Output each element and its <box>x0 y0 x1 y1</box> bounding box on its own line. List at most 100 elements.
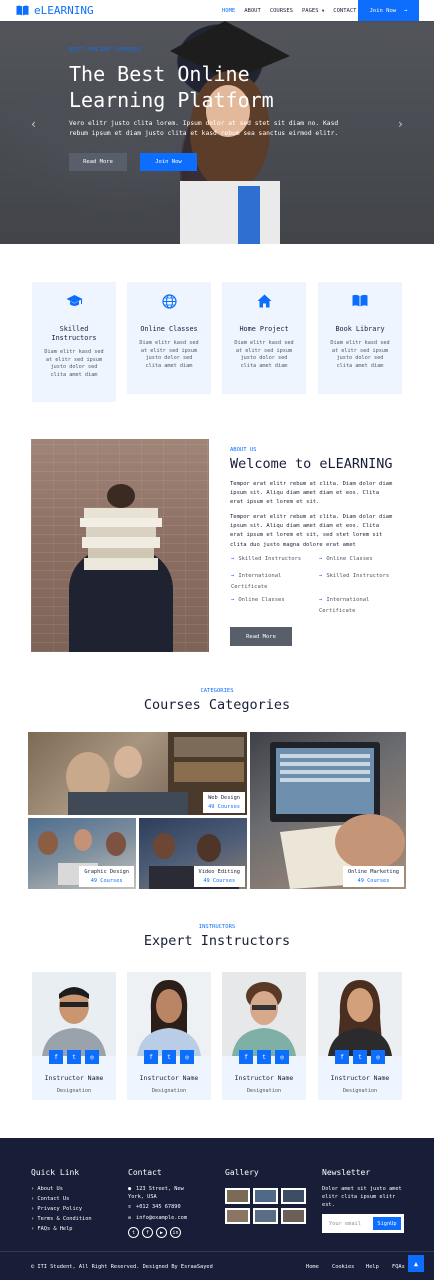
category-card-online-marketing[interactable]: Online Marketing 49 Courses <box>250 732 406 889</box>
newsletter-signup-button[interactable]: SignUp <box>373 1217 401 1230</box>
map-marker-icon: ● <box>128 1186 132 1192</box>
instagram-icon[interactable]: ◎ <box>275 1050 289 1064</box>
service-title: Skilled Instructors <box>51 325 97 342</box>
instructor-photo <box>318 972 402 1056</box>
nav-home[interactable]: HOME <box>222 8 235 14</box>
instructors-eyebrow: INSTRUCTORS <box>198 924 236 930</box>
footer-link-contact[interactable]: › Contact Us <box>31 1196 69 1202</box>
join-now-label: Join Now <box>369 7 397 14</box>
footer-link-privacy[interactable]: › Privacy Policy <box>31 1206 82 1212</box>
facebook-icon[interactable]: f <box>144 1050 158 1064</box>
hero-buttons: Read More Join Now <box>69 153 369 171</box>
gallery-thumbnail[interactable] <box>225 1208 250 1224</box>
chevron-down-icon: ▼ <box>321 7 325 13</box>
arrow-right-icon: → <box>231 573 235 579</box>
facebook-icon[interactable]: f <box>239 1050 253 1064</box>
nav-courses[interactable]: COURSES <box>270 8 293 14</box>
twitter-icon[interactable]: t <box>257 1050 271 1064</box>
about-check-label: Skilled Instructors <box>326 573 390 579</box>
facebook-icon[interactable]: f <box>335 1050 349 1064</box>
youtube-icon[interactable]: ▶ <box>156 1227 167 1238</box>
footer-menu-faqs[interactable]: FQAs <box>392 1264 405 1270</box>
category-label: Web Design 49 Courses <box>203 792 245 813</box>
arrow-right-icon: → <box>231 597 235 603</box>
service-text: Diam elitr kasd sed at elitr sed ipsum j… <box>234 340 294 369</box>
about-check-item: → International Certificate <box>319 595 389 616</box>
nav-pages[interactable]: PAGES ▼ <box>302 8 324 14</box>
team-card: f t ◎ Instructor Name Designation <box>127 972 211 1100</box>
linkedin-icon[interactable]: in <box>170 1227 181 1238</box>
back-to-top-button[interactable]: ▲ <box>408 1255 424 1272</box>
footer-address: ● 123 Street, New York, USA <box>128 1185 198 1201</box>
twitter-icon[interactable]: t <box>353 1050 367 1064</box>
about-read-more-button[interactable]: Read More <box>230 627 292 646</box>
footer-menu-home[interactable]: Home <box>306 1264 319 1270</box>
hero-title-line1: The Best Online <box>69 62 250 86</box>
footer-menu-help[interactable]: Help <box>366 1264 379 1270</box>
social-links: f t ◎ <box>222 1050 306 1064</box>
hero-read-more-button[interactable]: Read More <box>69 153 127 171</box>
footer-email-text: info@example.com <box>136 1215 188 1221</box>
nav-menu: HOME ABOUT COURSES PAGES ▼ CONTACT <box>222 0 356 21</box>
category-count: 49 Courses <box>208 804 240 810</box>
instructor-name: Instructor Name <box>139 1074 199 1082</box>
hero-join-now-button[interactable]: Join Now <box>140 153 197 171</box>
category-card-web-design[interactable]: Web Design 49 Courses <box>28 732 247 815</box>
arrow-right-icon: → <box>231 556 235 562</box>
service-title: Home Project <box>239 325 289 333</box>
instagram-icon[interactable]: ◎ <box>85 1050 99 1064</box>
footer-menu-cookies[interactable]: Cookies <box>332 1264 354 1270</box>
service-card-home-project: Home Project Diam elitr kasd sed at elit… <box>222 282 306 394</box>
category-name: Web Design <box>208 795 240 801</box>
instructor-designation: Designation <box>151 1088 187 1094</box>
footer-link-about[interactable]: › About Us <box>31 1186 63 1192</box>
instructors-title: Expert Instructors <box>143 933 291 949</box>
newsletter-email-input[interactable]: Your email <box>329 1214 361 1233</box>
join-now-button[interactable]: Join Now → <box>358 0 419 21</box>
about-check-item: → Online Classes <box>319 554 373 565</box>
twitter-icon[interactable]: t <box>162 1050 176 1064</box>
footer-newsletter-text: Dolor amet sit justo amet elitr clita ip… <box>322 1186 402 1208</box>
carousel-prev-icon[interactable]: ‹ <box>30 117 37 131</box>
service-card-skilled-instructors: Skilled Instructors Diam elitr kasd sed … <box>32 282 116 402</box>
about-check-label: International Certificate <box>319 597 370 614</box>
hero-text: Vero elitr justo clita lorem. Ipsum dolo… <box>69 120 339 137</box>
gallery-thumbnail[interactable] <box>281 1188 306 1204</box>
globe-icon <box>127 294 211 310</box>
graduation-cap-icon <box>32 294 116 310</box>
facebook-icon[interactable]: f <box>49 1050 63 1064</box>
about-check-label: International Certificate <box>231 573 282 590</box>
nav-about[interactable]: ABOUT <box>244 8 261 14</box>
footer-link-faqs[interactable]: › FAQs & Help <box>31 1226 72 1232</box>
brand-logo[interactable]: eLEARNING <box>16 3 94 18</box>
instagram-icon[interactable]: ◎ <box>371 1050 385 1064</box>
footer-quick-link-title: Quick Link <box>31 1168 80 1177</box>
category-card-graphic-design[interactable]: Graphic Design 49 Courses <box>28 818 136 889</box>
navbar: eLEARNING HOME ABOUT COURSES PAGES ▼ CON… <box>0 0 434 21</box>
instagram-icon[interactable]: ◎ <box>180 1050 194 1064</box>
about-check-item: → Skilled Instructors <box>231 554 301 565</box>
footer-copyright: © ITI Student, All Right Reserved. Desig… <box>31 1264 213 1270</box>
gallery-thumbnail[interactable] <box>225 1188 250 1204</box>
service-text: Diam elitr kasd sed at elitr sed ipsum j… <box>44 349 104 378</box>
nav-pages-label: PAGES <box>302 7 319 14</box>
about-paragraph-1: Tempor erat elitr rebum at clita. Diam d… <box>230 481 393 506</box>
category-name: Graphic Design <box>84 869 129 875</box>
gallery-thumbnail[interactable] <box>253 1188 278 1204</box>
category-card-video-editing[interactable]: Video Editing 49 Courses <box>139 818 247 889</box>
service-text: Diam elitr kasd sed at elitr sed ipsum j… <box>330 340 390 369</box>
carousel-next-icon[interactable]: › <box>397 117 404 131</box>
footer-link-terms[interactable]: › Terms & Condition <box>31 1216 92 1222</box>
footer-gallery-title: Gallery <box>225 1168 259 1177</box>
gallery-thumbnail[interactable] <box>281 1208 306 1224</box>
nav-contact[interactable]: CONTACT <box>333 8 356 14</box>
arrow-right-icon: → <box>319 597 323 603</box>
book-icon <box>16 5 29 16</box>
twitter-icon[interactable]: t <box>128 1227 139 1238</box>
twitter-icon[interactable]: t <box>67 1050 81 1064</box>
instructor-name: Instructor Name <box>234 1074 294 1082</box>
facebook-icon[interactable]: f <box>142 1227 153 1238</box>
category-count: 49 Courses <box>203 878 236 884</box>
arrow-up-icon: ▲ <box>413 1259 419 1268</box>
gallery-thumbnail[interactable] <box>253 1208 278 1224</box>
